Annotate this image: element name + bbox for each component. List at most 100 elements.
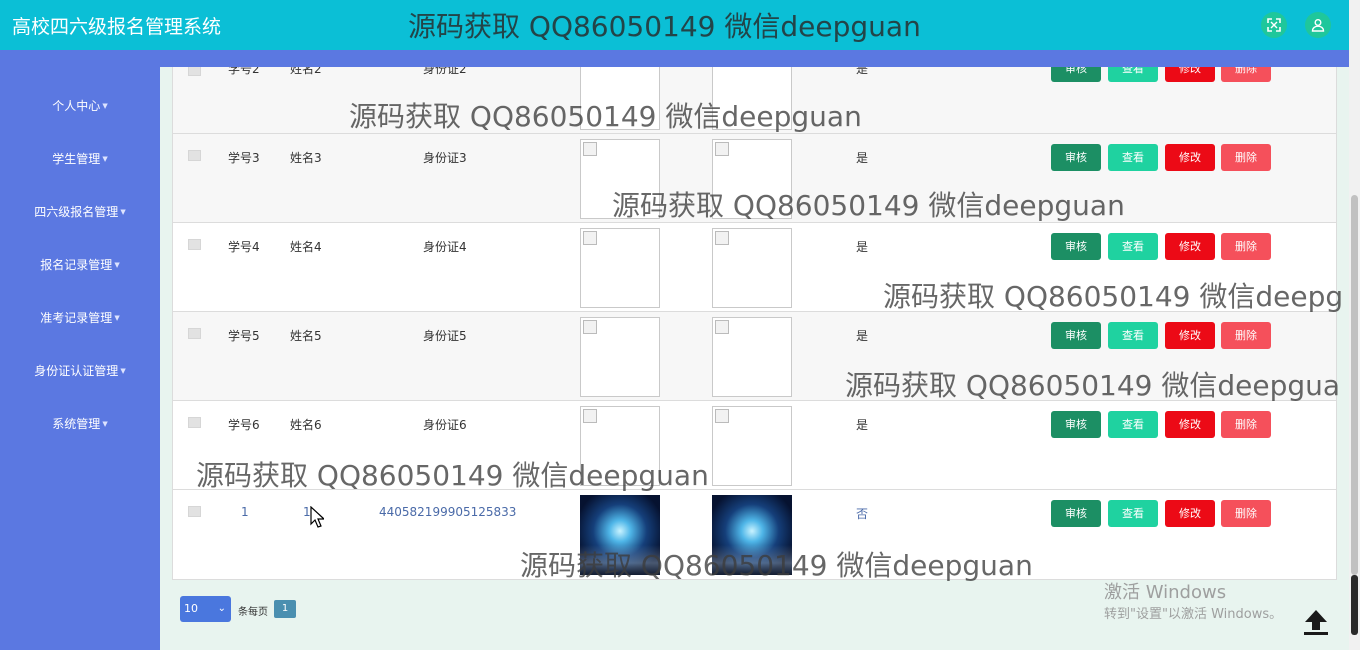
sidebar-item-personal-center[interactable]: 个人中心 ▼ [0,97,160,114]
registration-table: 学号2 姓名2 身份证2 是 审核 查看 修改 删除 学号3 姓名3 身份证3 … [172,67,1337,580]
id-photo-back [712,228,792,308]
row-checkbox[interactable] [188,506,201,517]
audit-button[interactable]: 审核 [1051,233,1101,260]
audit-button[interactable]: 审核 [1051,322,1101,349]
view-button[interactable]: 查看 [1108,144,1158,171]
verified-status: 是 [856,418,869,432]
view-button[interactable]: 查看 [1108,411,1158,438]
edit-button[interactable]: 修改 [1165,67,1215,82]
view-button[interactable]: 查看 [1108,322,1158,349]
page-size-select[interactable]: 10 ⌄ [180,596,231,622]
audit-button[interactable]: 审核 [1051,144,1101,171]
id-card: 440582199905125833 [379,505,517,519]
broken-image-icon [583,320,597,334]
broken-image-icon [583,409,597,423]
scrollbar-thumb[interactable] [1351,195,1358,575]
header-watermark: 源码获取 QQ86050149 微信deepguan [408,10,921,43]
row-checkbox[interactable] [188,150,201,161]
view-button[interactable]: 查看 [1108,67,1158,82]
id-card: 身份证6 [423,418,467,432]
scrollbar-thumb-active[interactable] [1351,575,1358,635]
student-no: 学号5 [228,329,260,343]
watermark: 源码获取 QQ86050149 微信deepguan [520,549,1033,582]
chevron-down-icon: ⌄ [217,603,226,614]
header-strip [0,50,1349,67]
edit-button[interactable]: 修改 [1165,411,1215,438]
verified-status: 是 [856,240,869,254]
verified-status: 是 [856,329,869,343]
sidebar-item-students[interactable]: 学生管理 ▼ [0,150,160,167]
student-no: 学号6 [228,418,260,432]
vertical-scrollbar[interactable] [1349,0,1360,650]
student-name: 姓名2 [290,67,322,76]
edit-button[interactable]: 修改 [1165,500,1215,527]
sidebar: 个人中心 ▼ 学生管理 ▼ 四六级报名管理 ▼ 报名记录管理 ▼ 准考记录管理 ▼ 身份证… [0,67,160,650]
student-no: 学号4 [228,240,260,254]
row-checkbox[interactable] [188,67,201,76]
caret-down-icon: ▼ [120,367,126,375]
view-button[interactable]: 查看 [1108,500,1158,527]
broken-image-icon [715,409,729,423]
audit-button[interactable]: 审核 [1051,500,1101,527]
delete-button[interactable]: 删除 [1221,67,1271,82]
verified-status: 是 [856,151,869,165]
app-title: 高校四六级报名管理系统 [12,16,222,38]
caret-down-icon: ▼ [102,155,108,163]
caret-down-icon: ▼ [102,102,108,110]
edit-button[interactable]: 修改 [1165,322,1215,349]
broken-image-icon [583,231,597,245]
view-button[interactable]: 查看 [1108,233,1158,260]
page-number-button[interactable]: 1 [274,600,296,618]
student-no: 学号2 [228,67,260,76]
id-photo-back [712,406,792,486]
sidebar-item-system[interactable]: 系统管理 ▼ [0,415,160,432]
watermark: 源码获取 QQ86050149 微信deepguan [612,189,1125,222]
fullscreen-icon[interactable] [1261,12,1287,38]
row-checkbox[interactable] [188,328,201,339]
verified-status: 否 [856,507,869,521]
id-photo-back [712,317,792,397]
sidebar-item-registration-records[interactable]: 报名记录管理 ▼ [0,256,160,273]
id-card: 身份证3 [423,151,467,165]
caret-down-icon: ▼ [114,261,120,269]
student-name: 姓名4 [290,240,322,254]
delete-button[interactable]: 删除 [1221,411,1271,438]
broken-image-icon [715,231,729,245]
broken-image-icon [715,142,729,156]
edit-button[interactable]: 修改 [1165,144,1215,171]
student-name: 姓名5 [290,329,322,343]
watermark: 源码获取 QQ86050149 微信deepguan [196,459,709,492]
id-card: 身份证4 [423,240,467,254]
per-page-label: 条每页 [238,607,268,618]
broken-image-icon [583,142,597,156]
delete-button[interactable]: 删除 [1221,500,1271,527]
watermark: 源码获取 QQ86050149 微信deepgua [845,369,1341,402]
sidebar-item-cet-registration[interactable]: 四六级报名管理 ▼ [0,203,160,220]
id-photo-front [580,317,660,397]
sidebar-item-id-verification[interactable]: 身份证认证管理 ▼ [0,362,160,379]
student-no: 1 [241,505,249,519]
windows-activation-hint: 转到"设置"以激活 Windows。 [1104,607,1283,622]
row-checkbox[interactable] [188,417,201,428]
caret-down-icon: ▼ [102,420,108,428]
audit-button[interactable]: 审核 [1051,411,1101,438]
user-icon[interactable] [1305,12,1331,38]
verified-status: 是 [856,67,869,76]
id-card: 身份证2 [423,67,467,76]
id-card: 身份证5 [423,329,467,343]
watermark: 源码获取 QQ86050149 微信deepg [883,280,1344,313]
delete-button[interactable]: 删除 [1221,144,1271,171]
watermark: 源码获取 QQ86050149 微信deepguan [349,100,862,133]
row-checkbox[interactable] [188,239,201,250]
student-name: 姓名6 [290,418,322,432]
caret-down-icon: ▼ [114,314,120,322]
mouse-cursor-icon [310,506,324,528]
delete-button[interactable]: 删除 [1221,322,1271,349]
delete-button[interactable]: 删除 [1221,233,1271,260]
edit-button[interactable]: 修改 [1165,233,1215,260]
top-header: 高校四六级报名管理系统 源码获取 QQ86050149 微信deepguan [0,0,1349,50]
sidebar-item-admission-records[interactable]: 准考记录管理 ▼ [0,309,160,326]
audit-button[interactable]: 审核 [1051,67,1101,82]
back-to-top-icon[interactable] [1301,607,1331,637]
windows-activation-title: 激活 Windows [1104,582,1227,603]
